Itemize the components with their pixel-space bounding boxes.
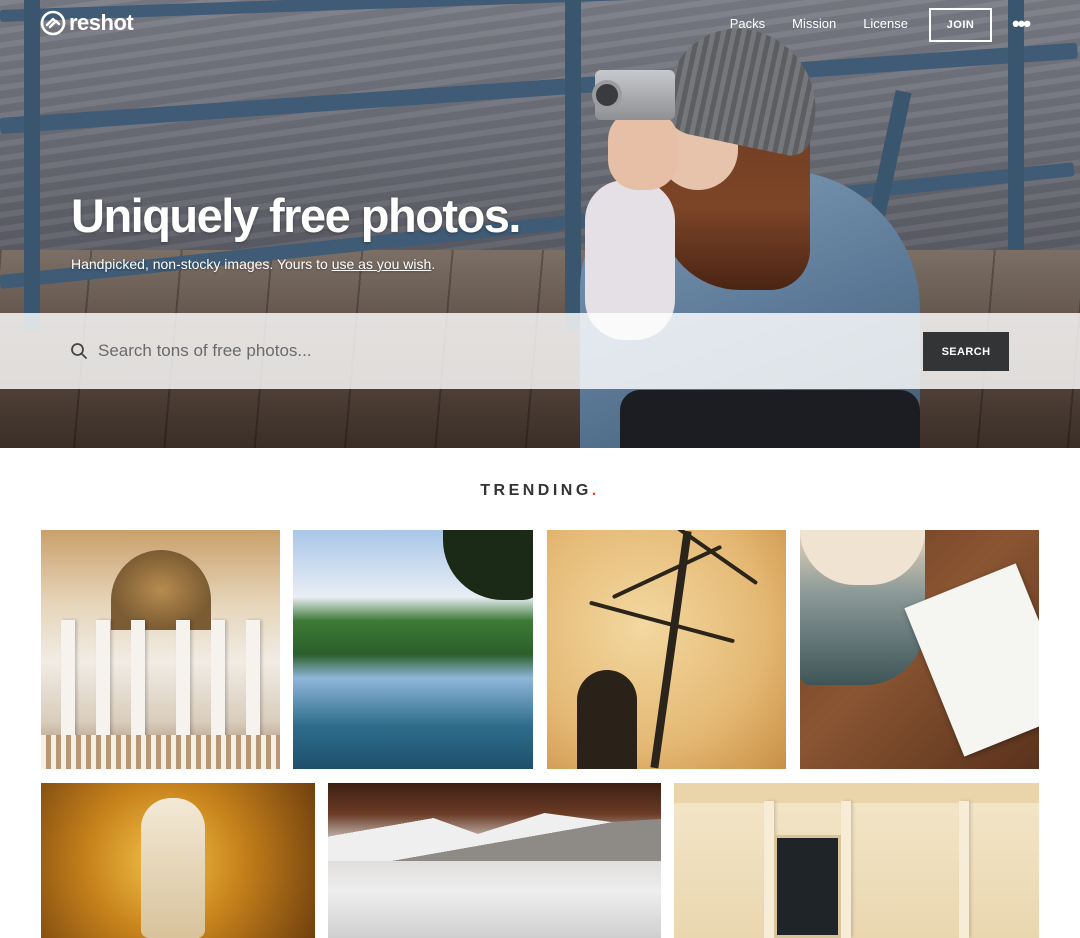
hero-banner: reshot Packs Mission License JOIN ••• Un… — [0, 0, 1080, 448]
photo-column — [211, 620, 225, 750]
hero-subline-suffix: . — [431, 256, 436, 272]
hero-headline: Uniquely free photos. — [71, 189, 522, 242]
photo-branch — [611, 544, 723, 600]
photo-mountains — [328, 804, 661, 861]
search-input[interactable] — [98, 333, 878, 369]
trending-photo-palace-chapel[interactable] — [41, 530, 280, 769]
photo-dome — [111, 550, 211, 630]
photo-foliage — [443, 530, 533, 600]
more-dots-icon[interactable]: ••• — [1012, 13, 1031, 35]
photo-ledge — [674, 783, 1039, 803]
photo-person-shadow — [577, 670, 637, 769]
reshot-logo-icon — [40, 10, 66, 36]
photo-column — [131, 620, 145, 750]
photo-balustrade — [41, 735, 280, 769]
logo-text: reshot — [69, 10, 134, 35]
photo-column — [96, 620, 110, 750]
search-button[interactable]: SEARCH — [923, 332, 1009, 371]
trending-photo-snow-mountains[interactable] — [328, 783, 661, 938]
join-button[interactable]: JOIN — [929, 8, 992, 42]
nav-links: Packs Mission License — [730, 16, 908, 31]
trending-photo-tree-shadow[interactable] — [547, 530, 786, 769]
photo-pillar — [841, 801, 851, 938]
photo-branch — [589, 600, 735, 644]
figure-pants — [620, 390, 920, 448]
trending-heading: TRENDING. — [0, 482, 1080, 500]
nav-link-license[interactable]: License — [863, 16, 908, 31]
search-icon — [71, 343, 87, 359]
photo-column — [246, 620, 260, 750]
photo-door — [774, 835, 841, 938]
photo-tree-trunk — [650, 530, 692, 769]
trending-photo-coffee-notebook[interactable] — [800, 530, 1039, 769]
nav-link-mission[interactable]: Mission — [792, 16, 836, 31]
figure-camera-lens — [592, 80, 622, 110]
hero-subline-prefix: Handpicked, non-stocky images. Yours to — [71, 256, 332, 272]
photo-pillar — [764, 801, 774, 938]
figure-hands — [608, 110, 678, 190]
trending-photo-lake-reflection[interactable] — [293, 530, 533, 769]
trending-photo-building-door[interactable] — [674, 783, 1039, 938]
photo-pillar — [959, 801, 969, 938]
search-bar: SEARCH — [0, 313, 1080, 389]
hero-subline: Handpicked, non-stocky images. Yours to … — [71, 256, 435, 272]
nav-link-packs[interactable]: Packs — [730, 16, 765, 31]
logo[interactable]: reshot — [40, 10, 134, 36]
trending-heading-text: TRENDING — [480, 482, 592, 499]
trending-photo-statue[interactable] — [41, 783, 315, 938]
top-navigation: reshot Packs Mission License JOIN ••• — [0, 0, 1080, 50]
use-as-you-wish-link[interactable]: use as you wish — [332, 256, 432, 272]
trending-accent-dot: . — [591, 482, 600, 499]
photo-column — [61, 620, 75, 750]
photo-column — [176, 620, 190, 750]
photo-statue — [141, 798, 205, 938]
